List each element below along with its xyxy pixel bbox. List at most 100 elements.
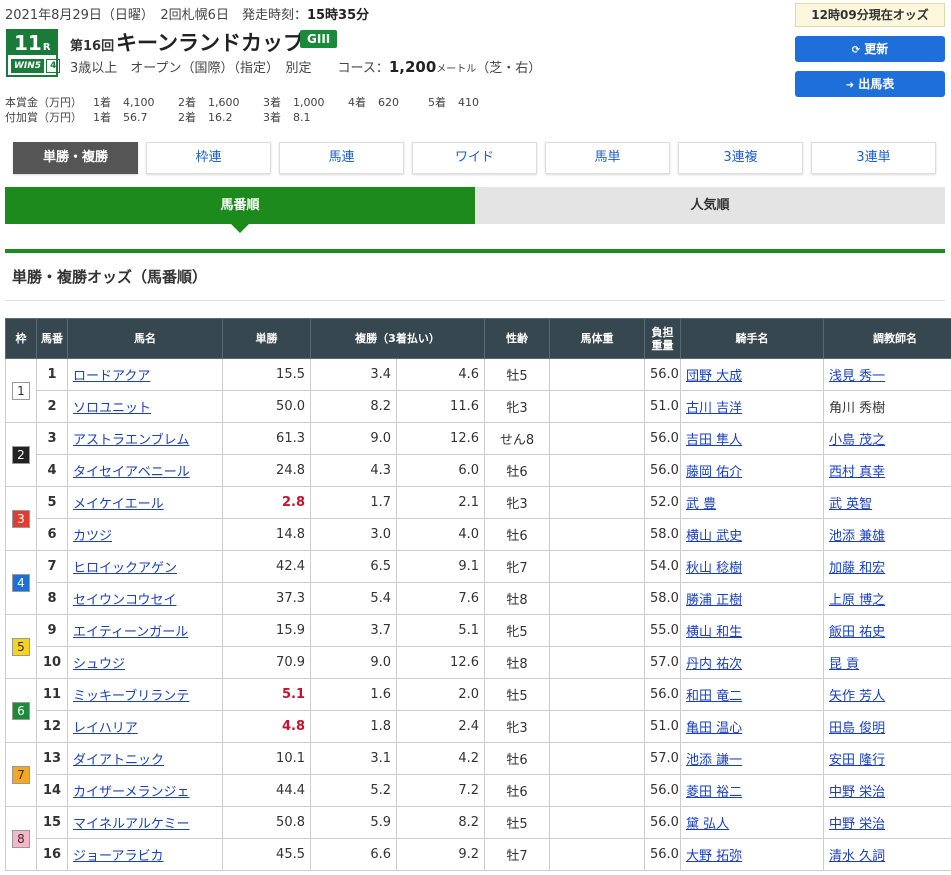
horse-name-link[interactable]: ソロユニット [73, 401, 151, 416]
horse-name-cell: メイケイエール [67, 486, 223, 519]
date-text: 2021年8月29日（日曜） 2回札幌6日 発走時刻： [5, 8, 307, 23]
horse-name-link[interactable]: カツジ [73, 529, 112, 544]
table-row: 3 5 メイケイエール 2.8 1.7 2.1 牝3 52.0 武 豊 武 英智 [5, 486, 951, 551]
jockey-cell: 池添 謙一 [680, 742, 824, 775]
table-row: 7 13 ダイアトニック 10.1 3.1 4.2 牡6 57.0 池添 謙一 安田 隆行 [5, 742, 951, 807]
trainer-link[interactable]: 加藤 和宏 [829, 561, 885, 576]
horse-name-link[interactable]: シュウジ [73, 657, 125, 672]
place-odds-max: 7.6 [396, 582, 485, 615]
sort-by-number-tab[interactable]: 馬番順 [5, 187, 475, 233]
horse-name-link[interactable]: ジョーアラビカ [73, 849, 163, 864]
horse-number: 16 [36, 838, 68, 871]
table-row: 2 ソロユニット 50.0 8.2 11.6 牝3 51.0 古川 吉洋 角川 秀樹 [6, 390, 951, 423]
tab-quinella[interactable]: 馬連 [279, 142, 404, 174]
win-odds: 44.4 [222, 774, 311, 807]
jockey-link[interactable]: 吉田 隼人 [686, 433, 742, 448]
sex-age: 牡6 [484, 454, 550, 487]
horse-number: 12 [36, 710, 68, 743]
jockey-link[interactable]: 団野 大成 [686, 369, 742, 384]
body-weight [549, 518, 645, 551]
refresh-button[interactable]: ⟳ 更新 [795, 36, 945, 62]
trainer-link[interactable]: 上原 博之 [829, 593, 885, 608]
burden-weight: 57.0 [644, 742, 681, 775]
jockey-link[interactable]: 秋山 稔樹 [686, 561, 742, 576]
horse-name-link[interactable]: マイネルアルケミー [73, 817, 189, 832]
win5-badge: WIN5 4 [11, 59, 61, 73]
horse-name-link[interactable]: アストラエンブレム [73, 433, 189, 448]
place-odds-max: 6.0 [396, 454, 485, 487]
trainer-link[interactable]: 飯田 祐史 [829, 625, 885, 640]
tab-win-place[interactable]: 単勝・複勝 [13, 142, 138, 174]
horse-name-link[interactable]: メイケイエール [73, 497, 164, 512]
col-trainer: 調教師名 [823, 318, 951, 359]
jockey-link[interactable]: 勝浦 正樹 [686, 593, 742, 608]
horse-number: 6 [36, 518, 68, 551]
horse-number: 9 [36, 614, 68, 647]
place-odds-min: 3.4 [310, 358, 397, 391]
place-odds-min: 8.2 [310, 390, 397, 423]
jockey-link[interactable]: 黛 弘人 [686, 817, 729, 832]
horse-name-link[interactable]: ヒロイックアゲン [73, 561, 177, 576]
body-weight [549, 454, 645, 487]
jockey-link[interactable]: 和田 竜二 [686, 689, 742, 704]
trainer-link[interactable]: 田島 俊明 [829, 721, 885, 736]
table-row: 8 15 マイネルアルケミー 50.8 5.9 8.2 牡5 56.0 黛 弘人 中野 栄治 [5, 806, 951, 871]
prize-cell: 16.2 [208, 111, 233, 124]
place-odds-min: 1.7 [310, 486, 397, 519]
trainer-link[interactable]: 池添 兼雄 [829, 529, 885, 544]
sort-toggle: 馬番順 人気順 [5, 187, 945, 233]
jockey-link[interactable]: 古川 吉洋 [686, 401, 742, 416]
horse-name-link[interactable]: ダイアトニック [73, 753, 164, 768]
trainer-link[interactable]: 浅見 秀一 [829, 369, 885, 384]
trainer-link[interactable]: 中野 栄治 [829, 817, 885, 832]
tab-trio[interactable]: 3連複 [678, 142, 803, 174]
horse-name-link[interactable]: ミッキーブリランテ [73, 689, 189, 704]
horse-name-link[interactable]: セイウンコウセイ [73, 593, 176, 608]
trainer-link[interactable]: 安田 隆行 [829, 753, 885, 768]
trainer-link[interactable]: 西村 真幸 [829, 465, 885, 480]
table-row: 16 ジョーアラビカ 45.5 6.6 9.2 牡7 56.0 大野 拓弥 清水 久詞 [6, 838, 951, 871]
tab-trifecta[interactable]: 3連単 [811, 142, 936, 174]
tab-exacta[interactable]: 馬単 [545, 142, 670, 174]
trainer-link[interactable]: 清水 久詞 [829, 849, 885, 864]
jockey-link[interactable]: 武 豊 [686, 497, 716, 512]
win-odds: 50.8 [222, 806, 311, 839]
trainer-link[interactable]: 矢作 芳人 [829, 689, 885, 704]
trainer-cell: 浅見 秀一 [823, 358, 951, 391]
bet-type-tabs: 単勝・複勝 枠連 馬連 ワイド 馬単 3連複 3連単 [13, 142, 944, 174]
trainer-link[interactable]: 小島 茂之 [829, 433, 885, 448]
trainer-cell: 角川 秀樹 [823, 390, 951, 423]
tab-wide[interactable]: ワイド [412, 142, 537, 174]
horse-name-link[interactable]: レイハリア [73, 721, 138, 736]
trainer-cell: 中野 栄治 [823, 806, 951, 839]
win-odds: 15.9 [222, 614, 311, 647]
sort-by-popularity-tab[interactable]: 人気順 [475, 187, 945, 224]
body-weight [549, 646, 645, 679]
course-detail: （芝・右） [476, 61, 542, 76]
table-row: 4 タイセイアベニール 24.8 4.3 6.0 牡6 56.0 藤岡 佑介 西村 真幸 [6, 454, 951, 487]
trainer-link[interactable]: 中野 栄治 [829, 785, 885, 800]
tab-bracket-quinella[interactable]: 枠連 [146, 142, 271, 174]
win-odds: 37.3 [222, 582, 311, 615]
trainer-link[interactable]: 昆 貢 [829, 657, 859, 672]
jockey-link[interactable]: 藤岡 佑介 [686, 465, 742, 480]
jockey-link[interactable]: 大野 拓弥 [686, 849, 742, 864]
jockey-link[interactable]: 横山 和生 [686, 625, 742, 640]
trainer-cell: 安田 隆行 [823, 742, 951, 775]
horse-number: 14 [36, 774, 68, 807]
jockey-link[interactable]: 丹内 祐次 [686, 657, 742, 672]
horse-name-link[interactable]: カイザーメランジェ [73, 785, 189, 800]
horse-name-link[interactable]: ロードアクア [73, 369, 150, 384]
body-weight [549, 550, 645, 583]
burden-weight: 57.0 [644, 646, 681, 679]
jockey-link[interactable]: 菱田 裕二 [686, 785, 742, 800]
trainer-cell: 加藤 和宏 [823, 550, 951, 583]
jockey-link[interactable]: 池添 謙一 [686, 753, 742, 768]
entries-button[interactable]: ➜ 出馬表 [795, 71, 945, 97]
col-sex-age: 性齢 [484, 318, 550, 359]
jockey-link[interactable]: 亀田 温心 [686, 721, 742, 736]
horse-name-link[interactable]: タイセイアベニール [73, 465, 190, 480]
horse-name-link[interactable]: エイティーンガール [73, 625, 188, 640]
trainer-link[interactable]: 武 英智 [829, 497, 872, 512]
jockey-link[interactable]: 横山 武史 [686, 529, 742, 544]
